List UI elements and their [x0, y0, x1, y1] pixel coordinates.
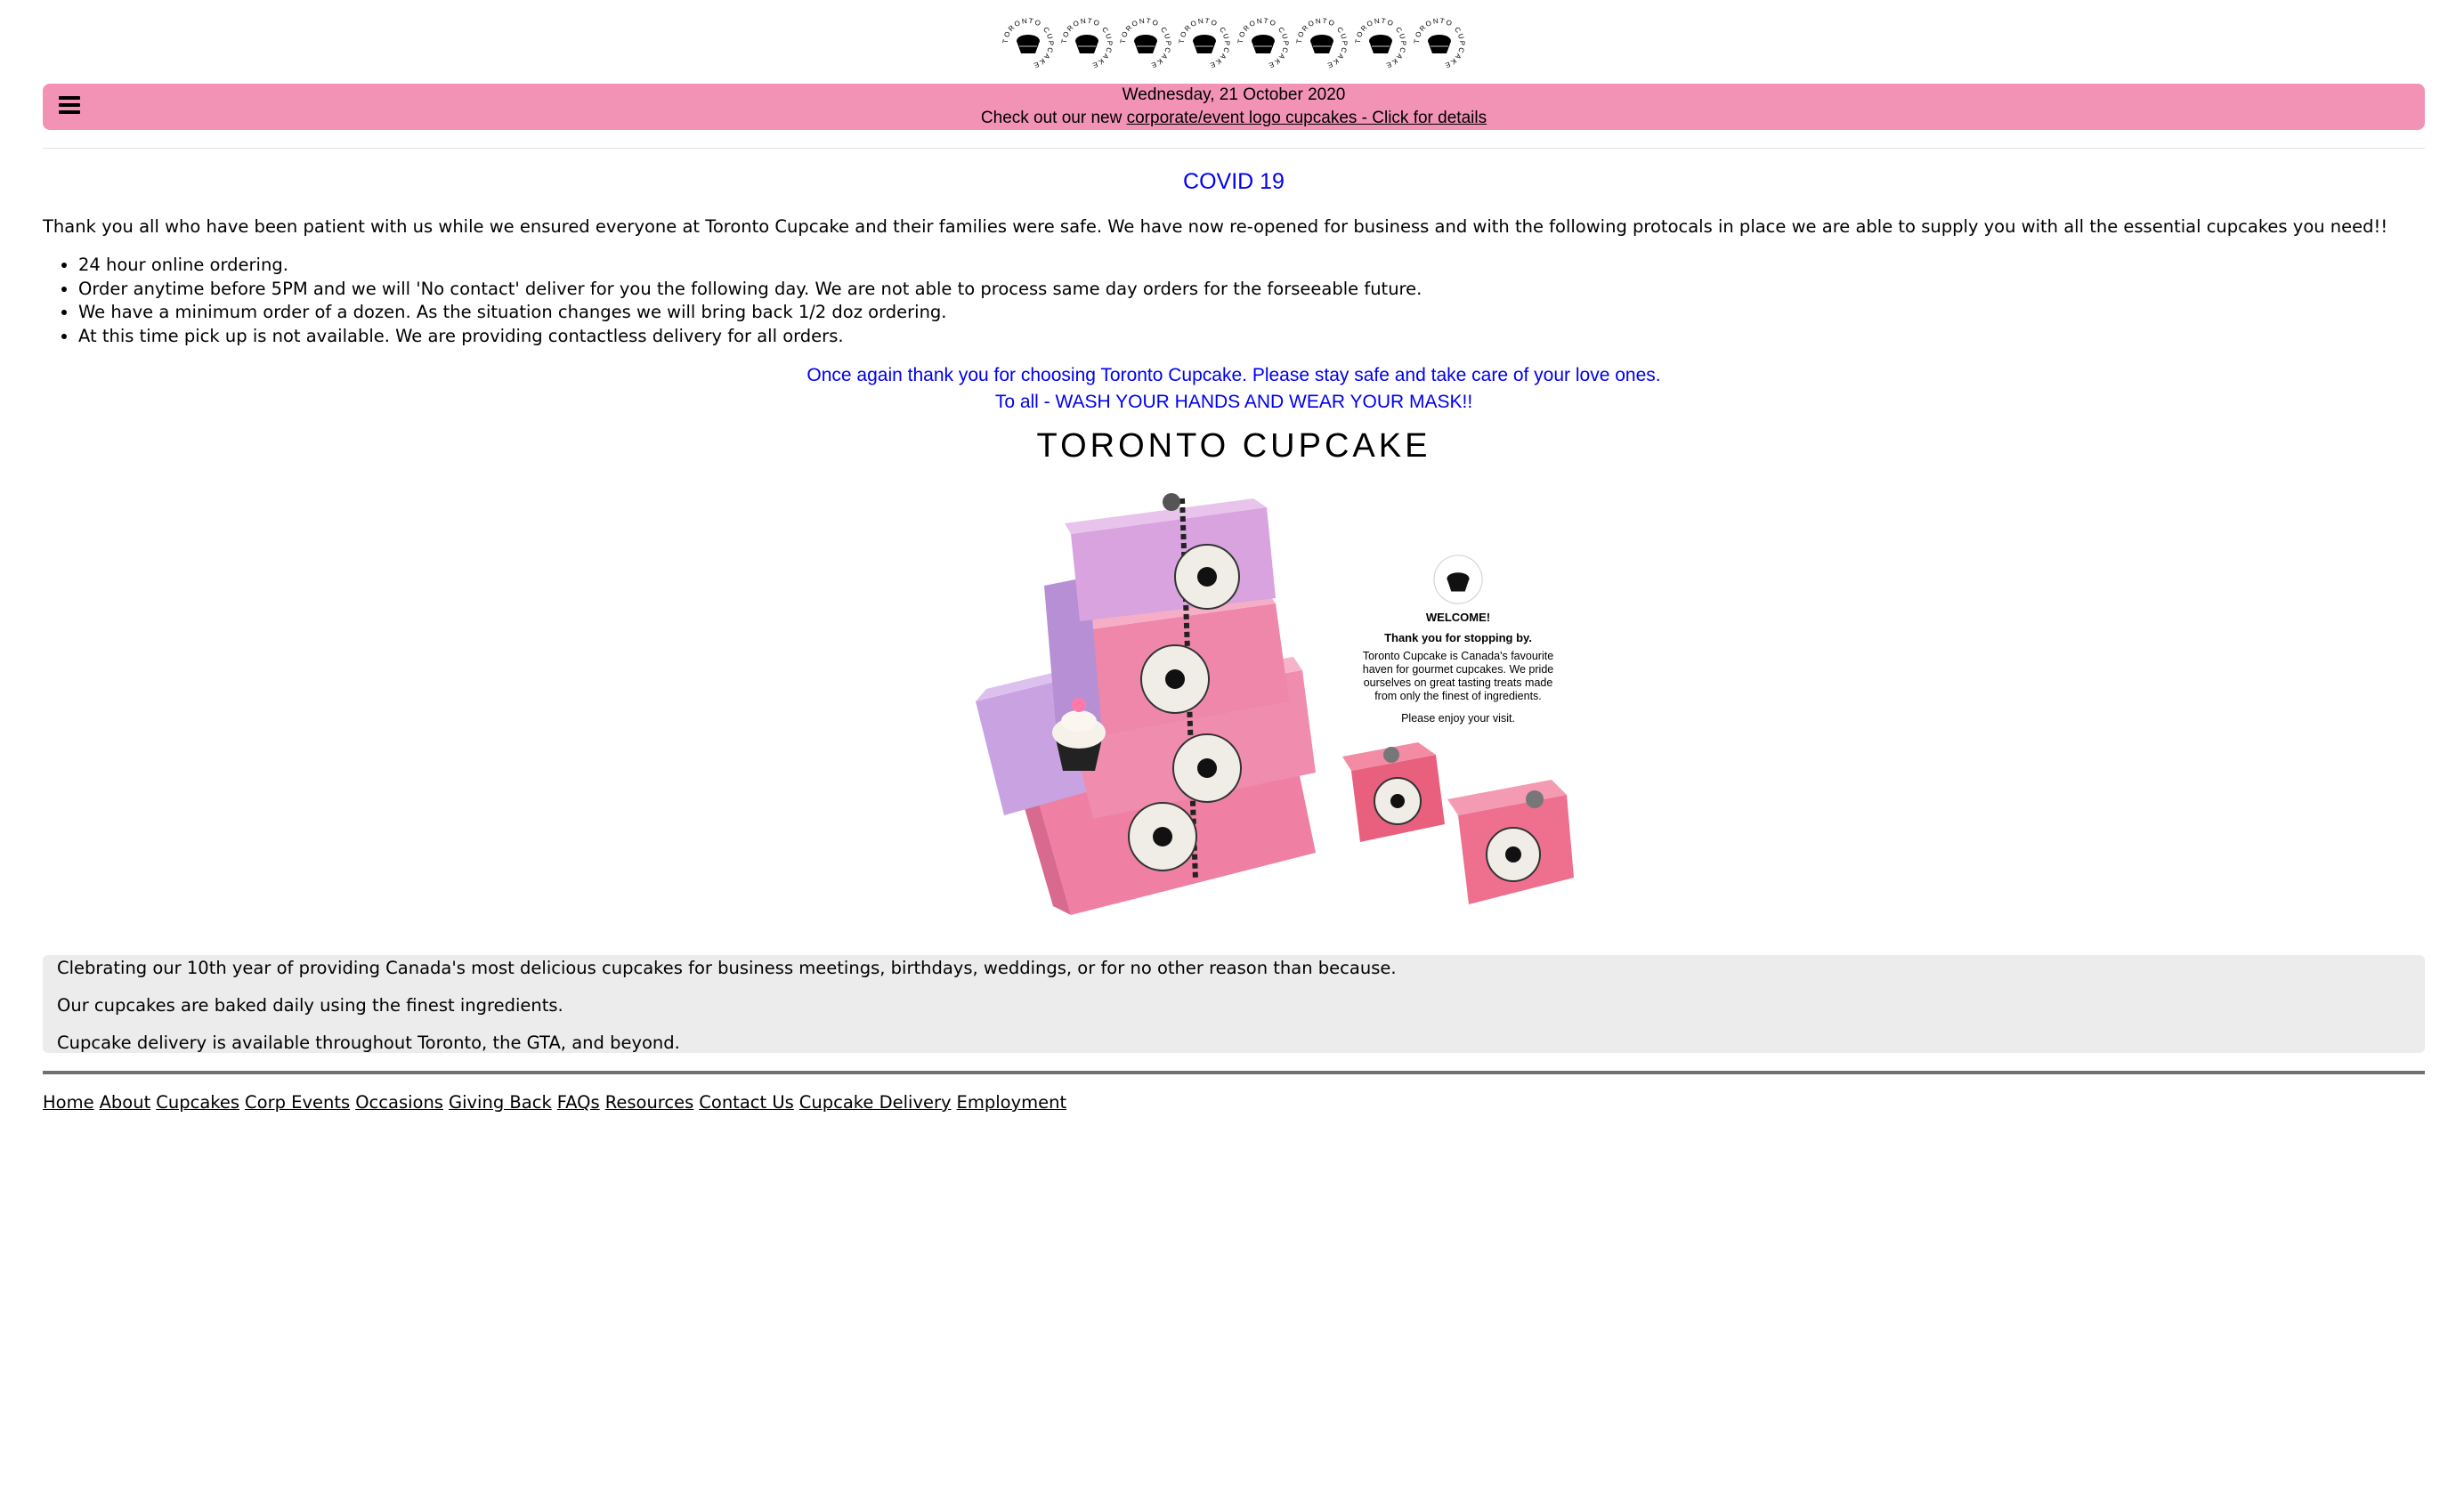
footer-link-cupcake-delivery[interactable]: Cupcake Delivery: [799, 1092, 952, 1113]
footer-link-employment[interactable]: Employment: [957, 1092, 1067, 1113]
about-line: Our cupcakes are baked daily using the f…: [57, 995, 563, 1016]
safety-note: To all - WASH YOUR HANDS AND WEAR YOUR M…: [994, 392, 1473, 412]
about-line: Cupcake delivery is available throughout…: [57, 1032, 680, 1053]
covid-heading: COVID 19: [1183, 169, 1285, 194]
covid-protocol-list: 24 hour online ordering. Order anytime b…: [43, 254, 2460, 348]
brand-title: TORONTO CUPCAKE: [1036, 427, 1431, 465]
footer-link-home[interactable]: Home: [43, 1092, 94, 1113]
about-line: Clebrating our 10th year of providing Ca…: [57, 958, 1397, 978]
promo-link[interactable]: corporate/event logo cupcakes - Click fo…: [1127, 109, 1487, 127]
promo-line: Check out our new corporate/event logo c…: [43, 107, 2425, 130]
toronto-cupcake-logo-icon: TORONTO CUPCAKE: [1293, 14, 1351, 73]
welcome-card: WELCOME! Thank you for stopping by. Toro…: [1325, 554, 1592, 725]
list-item: Order anytime before 5PM and we will 'No…: [78, 278, 2460, 302]
footer-link-occasions[interactable]: Occasions: [355, 1092, 443, 1113]
about-panel: Clebrating our 10th year of providing Ca…: [43, 955, 2425, 1053]
toronto-cupcake-logo-icon: TORONTO CUPCAKE: [1175, 14, 1234, 73]
toronto-cupcake-logo-icon: TORONTO CUPCAKE: [1351, 14, 1410, 73]
welcome-enjoy: Please enjoy your visit.: [1401, 712, 1515, 725]
welcome-body: Toronto Cupcake is Canada's favourite ha…: [1362, 650, 1554, 702]
toronto-cupcake-logo-icon: TORONTO CUPCAKE: [1410, 14, 1469, 73]
divider: [43, 148, 2425, 149]
footer-link-corp-events[interactable]: Corp Events: [245, 1092, 350, 1113]
toronto-cupcake-logo-icon: TORONTO CUPCAKE: [1234, 14, 1293, 73]
footer-link-about[interactable]: About: [100, 1092, 151, 1113]
announcement-bar: Wednesday, 21 October 2020 Check out our…: [43, 84, 2425, 130]
toronto-cupcake-logo-icon: TORONTO CUPCAKE: [999, 14, 1058, 73]
toronto-cupcake-logo-icon: TORONTO CUPCAKE: [1058, 14, 1116, 73]
footer-link-cupcakes[interactable]: Cupcakes: [156, 1092, 239, 1113]
toronto-cupcake-logo-icon: [1433, 555, 1483, 604]
logo-strip: TORONTO CUPCAKE TORONTO CUPCAKE TORONTO CU…: [43, 14, 2425, 71]
footer-link-faqs[interactable]: FAQs: [557, 1092, 600, 1113]
footer-link-giving-back[interactable]: Giving Back: [449, 1092, 552, 1113]
current-date: Wednesday, 21 October 2020: [1122, 85, 1346, 104]
welcome-title: WELCOME!: [1425, 611, 1491, 624]
footer-link-resources[interactable]: Resources: [605, 1092, 694, 1113]
list-item: At this time pick up is not available. W…: [78, 325, 2460, 349]
footer-divider: [43, 1071, 2425, 1074]
list-item: 24 hour online ordering.: [78, 254, 2460, 278]
footer-nav: Home About Cupcakes Corp Events Occasions Giv…: [43, 1092, 1072, 1113]
thank-you-note: Once again thank you for choosing Toront…: [806, 365, 1661, 385]
welcome-thanks: Thank you for stopping by.: [1384, 631, 1532, 644]
toronto-cupcake-logo-icon: TORONTO CUPCAKE: [1116, 14, 1175, 73]
footer-link-contact-us[interactable]: Contact Us: [699, 1092, 794, 1113]
covid-intro: Thank you all who have been patient with…: [43, 216, 2388, 237]
list-item: We have a minimum order of a dozen. As t…: [78, 301, 2460, 325]
promo-prefix: Check out our new: [980, 109, 1123, 127]
